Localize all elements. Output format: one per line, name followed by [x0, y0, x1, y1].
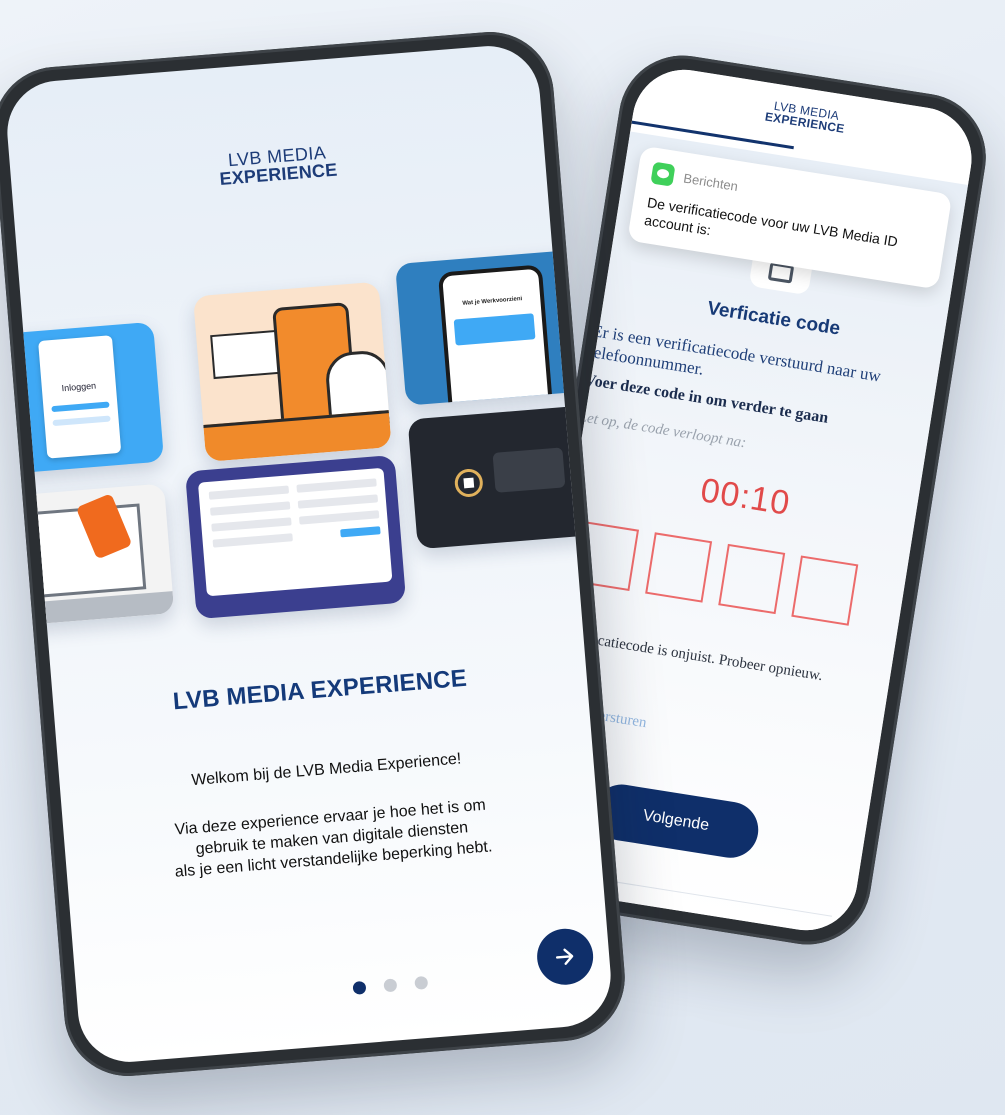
phone-app-mockup: Wat je Werkvoorzieni [437, 264, 554, 406]
page-dot-1[interactable] [352, 980, 367, 995]
page-dot-2[interactable] [383, 978, 398, 993]
page-dot-3[interactable] [414, 975, 429, 990]
intro-text: Via deze experience ervaar je hoe het is… [174, 796, 493, 881]
login-mockup-title: Inloggen [61, 380, 97, 394]
tile-form-screenshot [184, 454, 407, 620]
laptop-illustration [203, 410, 392, 462]
form-mockup [197, 467, 393, 597]
front-phone: LVB MEDIA EXPERIENCE Inloggen Wat je Wer… [0, 27, 630, 1081]
front-phone-screen: LVB MEDIA EXPERIENCE Inloggen Wat je Wer… [3, 42, 615, 1066]
code-digit-4[interactable] [791, 555, 859, 626]
pagination-dots [352, 975, 429, 995]
notification-app-name: Berichten [682, 170, 740, 194]
flow-node-icon [453, 467, 484, 499]
phone-app-title: Wat je Werkvoorzieni [452, 295, 534, 316]
tile-phone-app: Wat je Werkvoorzieni [395, 248, 596, 406]
code-digit-2[interactable] [645, 532, 713, 603]
expiry-label: Let op, de code verloopt na: [577, 409, 748, 452]
login-mockup: Inloggen [38, 335, 122, 459]
tile-login-screen: Inloggen [3, 321, 165, 474]
messages-icon [650, 161, 676, 187]
page-title: LVB MEDIA EXPERIENCE [171, 664, 468, 716]
tile-dark-flow [407, 404, 604, 550]
arrow-right-icon [555, 948, 574, 965]
tile-hand-phone-illustration [192, 281, 392, 462]
logo-line1: LVB MEDIA [773, 98, 841, 123]
code-digit-3[interactable] [718, 543, 786, 615]
next-button[interactable]: Volgende [589, 780, 763, 862]
tile-laptop-phone-illustration [12, 483, 175, 626]
next-page-button[interactable] [534, 926, 596, 987]
app-logo: LVB MEDIA EXPERIENCE [10, 126, 545, 205]
